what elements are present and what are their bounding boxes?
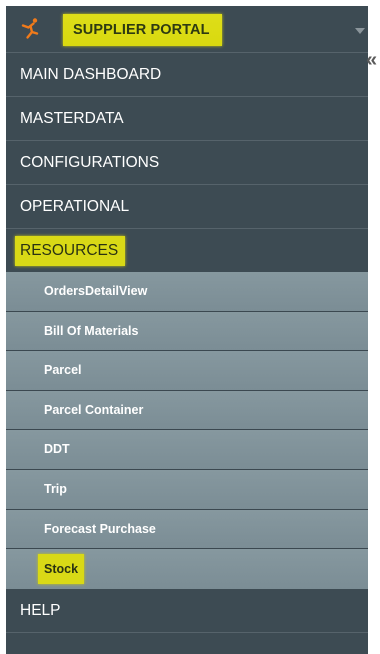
menu-item-help[interactable]: HELP <box>6 589 368 633</box>
menu-item-resources[interactable]: RESOURCES <box>6 228 368 272</box>
sidebar-nav: SUPPLIER PORTAL MAIN DASHBOARD MASTERDAT… <box>6 6 368 654</box>
submenu-item-stock-label: Stock <box>38 553 85 584</box>
screenshot-frame: SUPPLIER PORTAL MAIN DASHBOARD MASTERDAT… <box>0 0 380 654</box>
submenu-item-trip[interactable]: Trip <box>6 469 368 510</box>
running-figure-icon <box>21 18 39 39</box>
menu-item-operational[interactable]: OPERATIONAL <box>6 184 368 228</box>
submenu-item-ordersdetailview[interactable]: OrdersDetailView <box>6 272 368 312</box>
menu-item-masterdata[interactable]: MASTERDATA <box>6 96 368 140</box>
brand-title: SUPPLIER PORTAL <box>63 14 222 46</box>
brand-header[interactable]: SUPPLIER PORTAL <box>6 6 368 52</box>
chevron-down-icon[interactable] <box>355 28 365 34</box>
menu-item-resources-label: RESOURCES <box>15 236 126 266</box>
submenu-item-parcel[interactable]: Parcel <box>6 351 368 391</box>
submenu-item-forecast-purchase[interactable]: Forecast Purchase <box>6 509 368 550</box>
submenu-item-parcel-container[interactable]: Parcel Container <box>6 390 368 431</box>
resources-submenu: OrdersDetailView Bill Of Materials Parce… <box>6 272 368 589</box>
submenu-item-stock[interactable]: Stock <box>6 549 368 589</box>
submenu-item-ddt[interactable]: DDT <box>6 430 368 470</box>
submenu-item-bill-of-materials[interactable]: Bill Of Materials <box>6 311 368 352</box>
collapse-sidebar-icon[interactable]: « <box>366 50 377 70</box>
menu-item-configurations[interactable]: CONFIGURATIONS <box>6 140 368 184</box>
menu-item-main-dashboard[interactable]: MAIN DASHBOARD <box>6 52 368 96</box>
